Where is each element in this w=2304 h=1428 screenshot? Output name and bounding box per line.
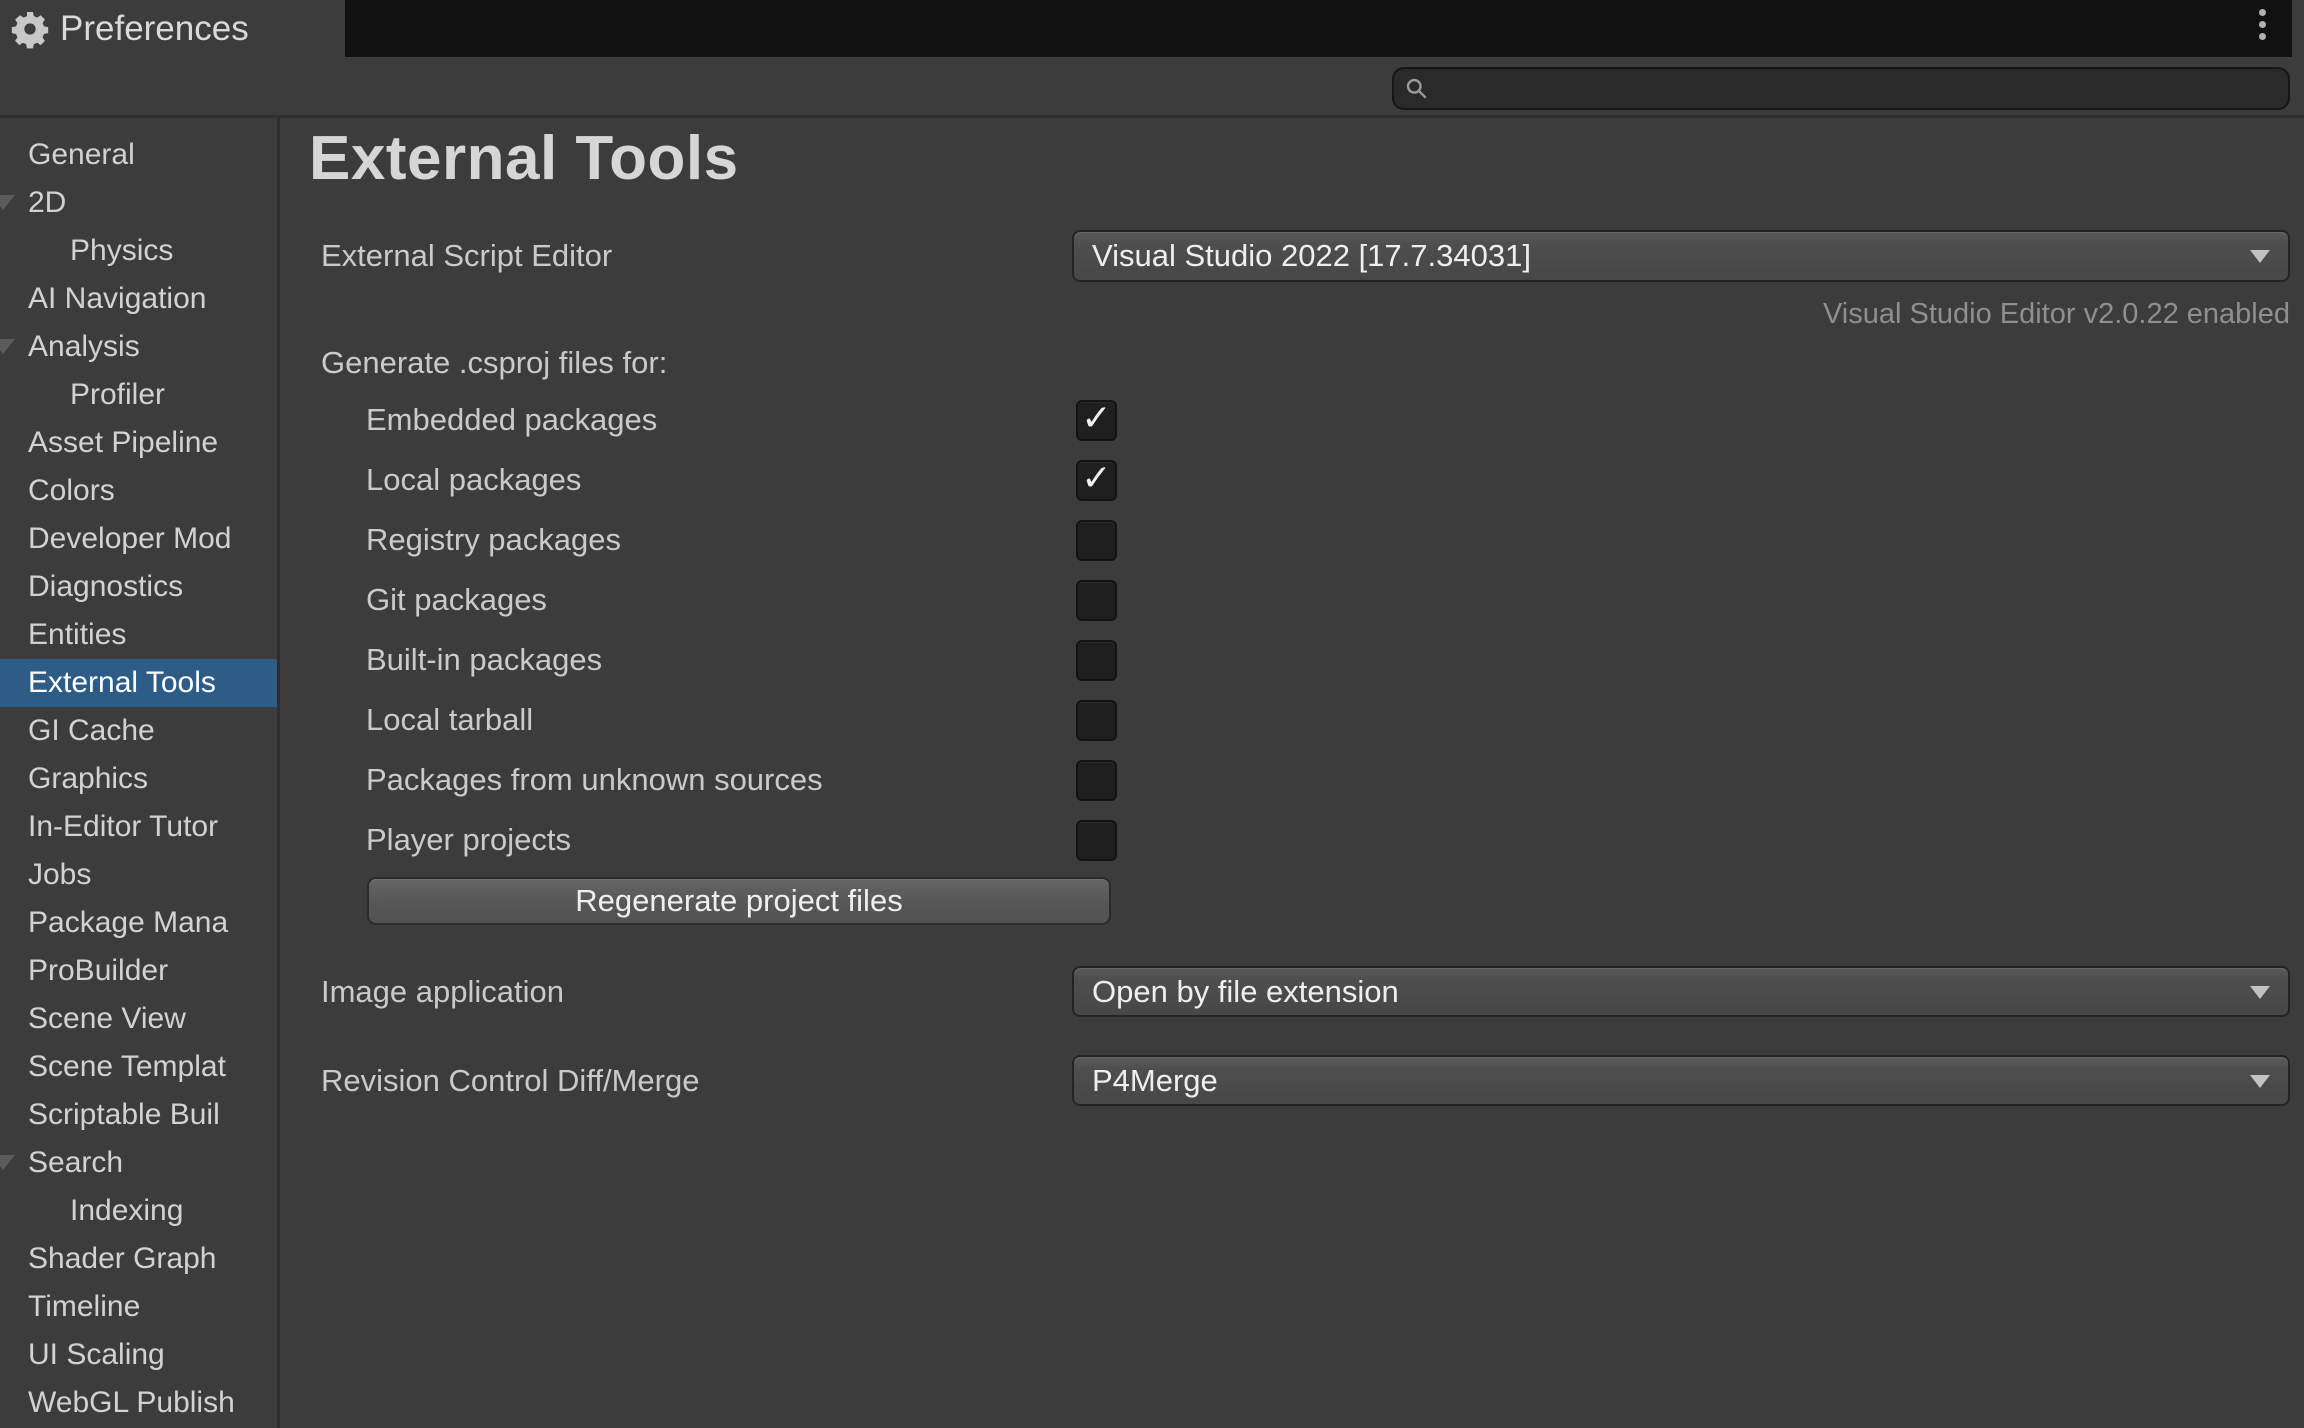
search-input[interactable]	[1438, 72, 2278, 106]
sidebar-item-in-editor-tutor[interactable]: In-Editor Tutor	[0, 803, 277, 851]
main-panel: External Tools External Script Editor Vi…	[280, 118, 2304, 1428]
csproj-option-packages-from-unknown-sources: Packages from unknown sources	[366, 750, 1130, 810]
csproj-option-local-packages: Local packages ✓	[366, 450, 1130, 510]
checkbox[interactable]	[1076, 640, 1117, 681]
sidebar-item-scene-view[interactable]: Scene View	[0, 995, 277, 1043]
sidebar-item-jobs[interactable]: Jobs	[0, 851, 277, 899]
sidebar-item-ai-navigation[interactable]: AI Navigation	[0, 275, 277, 323]
revision-control-label: Revision Control Diff/Merge	[321, 1055, 699, 1106]
chevron-down-icon	[2250, 250, 2270, 263]
sidebar-item-colors[interactable]: Colors	[0, 467, 277, 515]
sidebar-item-asset-pipeline[interactable]: Asset Pipeline	[0, 419, 277, 467]
preferences-window: Preferences General 2D Physics AI Naviga…	[0, 0, 2304, 1428]
checkbox[interactable]: ✓	[1076, 460, 1117, 501]
csproj-option-player-projects: Player projects	[366, 810, 1130, 870]
sidebar-item-ui-scaling[interactable]: UI Scaling	[0, 1331, 277, 1379]
sidebar-item-indexing[interactable]: Indexing	[0, 1187, 277, 1235]
regenerate-project-files-button[interactable]: Regenerate project files	[367, 877, 1111, 925]
sidebar-item-analysis[interactable]: Analysis	[0, 323, 277, 371]
sidebar-item-webgl-publish[interactable]: WebGL Publish	[0, 1379, 277, 1427]
page-title: External Tools	[309, 128, 739, 190]
csproj-option-registry-packages: Registry packages	[366, 510, 1130, 570]
gear-icon	[10, 9, 50, 49]
sidebar-item-scene-templat[interactable]: Scene Templat	[0, 1043, 277, 1091]
dropdown-value: Open by file extension	[1092, 974, 1399, 1010]
sidebar-item-scriptable-buil[interactable]: Scriptable Buil	[0, 1091, 277, 1139]
sidebar-item-package-mana[interactable]: Package Mana	[0, 899, 277, 947]
external-script-editor-dropdown[interactable]: Visual Studio 2022 [17.7.34031]	[1072, 230, 2290, 282]
checkbox[interactable]	[1076, 820, 1117, 861]
checkbox[interactable]	[1076, 580, 1117, 621]
image-application-dropdown[interactable]: Open by file extension	[1072, 966, 2290, 1017]
sidebar-item-developer-mod[interactable]: Developer Mod	[0, 515, 277, 563]
external-script-editor-label: External Script Editor	[321, 230, 612, 282]
sidebar-item-timeline[interactable]: Timeline	[0, 1283, 277, 1331]
dropdown-value: Visual Studio 2022 [17.7.34031]	[1092, 238, 1531, 274]
checkbox[interactable]	[1076, 760, 1117, 801]
window-edge	[2292, 0, 2304, 57]
foldout-triangle-icon[interactable]	[0, 195, 15, 210]
sidebar-item-external-tools[interactable]: External Tools	[0, 659, 277, 707]
sidebar-item-probuilder[interactable]: ProBuilder	[0, 947, 277, 995]
sidebar-item-search[interactable]: Search	[0, 1139, 277, 1187]
foldout-triangle-icon[interactable]	[0, 1155, 15, 1170]
csproj-option-local-tarball: Local tarball	[366, 690, 1130, 750]
checkbox[interactable]	[1076, 520, 1117, 561]
checkmark-icon: ✓	[1081, 401, 1111, 437]
sidebar-item-diagnostics[interactable]: Diagnostics	[0, 563, 277, 611]
chevron-down-icon	[2250, 986, 2270, 999]
sidebar-item-graphics[interactable]: Graphics	[0, 755, 277, 803]
checkmark-icon: ✓	[1081, 461, 1111, 497]
generate-csproj-label: Generate .csproj files for:	[321, 341, 667, 385]
foldout-triangle-icon[interactable]	[0, 339, 15, 354]
sidebar-item-entities[interactable]: Entities	[0, 611, 277, 659]
titlebar	[345, 0, 2292, 57]
chevron-down-icon	[2250, 1075, 2270, 1088]
sidebar-item-profiler[interactable]: Profiler	[0, 371, 277, 419]
tab-preferences[interactable]: Preferences	[0, 0, 345, 57]
sidebar-item-2d[interactable]: 2D	[0, 179, 277, 227]
sidebar: General 2D Physics AI Navigation Analysi…	[0, 118, 277, 1428]
sidebar-item-physics[interactable]: Physics	[0, 227, 277, 275]
sidebar-item-gi-cache[interactable]: GI Cache	[0, 707, 277, 755]
csproj-option-built-in-packages: Built-in packages	[366, 630, 1130, 690]
csproj-option-embedded-packages: Embedded packages ✓	[366, 390, 1130, 450]
search-field[interactable]	[1392, 67, 2290, 110]
checkbox[interactable]: ✓	[1076, 400, 1117, 441]
csproj-option-git-packages: Git packages	[366, 570, 1130, 630]
image-application-label: Image application	[321, 966, 564, 1017]
search-icon	[1404, 76, 1430, 102]
checkbox[interactable]	[1076, 700, 1117, 741]
revision-control-dropdown[interactable]: P4Merge	[1072, 1055, 2290, 1106]
tab-title: Preferences	[60, 9, 249, 49]
vs-editor-status-text: Visual Studio Editor v2.0.22 enabled	[1072, 298, 2290, 331]
dropdown-value: P4Merge	[1092, 1063, 1218, 1099]
sidebar-item-general[interactable]: General	[0, 131, 277, 179]
kebab-menu-icon[interactable]	[2257, 7, 2268, 42]
csproj-options: Embedded packages ✓ Local packages ✓ Reg…	[366, 390, 1130, 870]
sidebar-item-shader-graph[interactable]: Shader Graph	[0, 1235, 277, 1283]
